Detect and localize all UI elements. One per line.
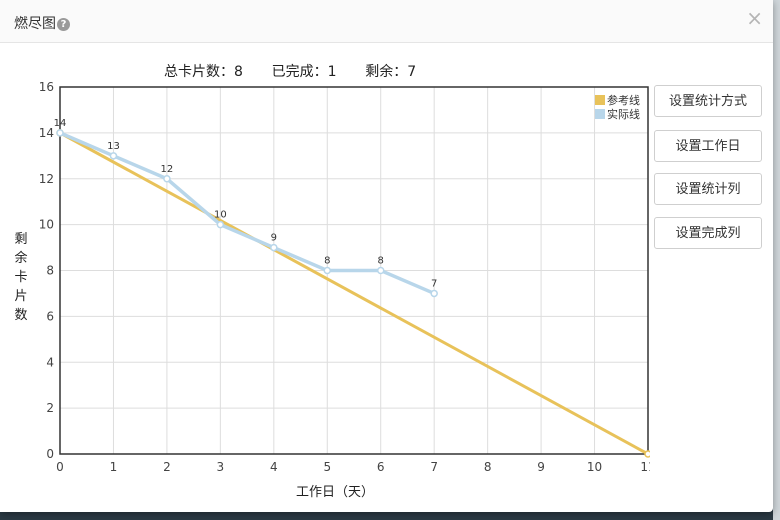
legend-swatch-actual [595, 109, 605, 119]
close-icon[interactable]: × [746, 8, 763, 28]
x-tick-label: 3 [217, 460, 225, 474]
x-tick-label: 9 [537, 460, 545, 474]
x-tick-label: 5 [323, 460, 331, 474]
y-tick-label: 0 [46, 447, 54, 461]
set-workday-button[interactable]: 设置工作日 [654, 130, 762, 162]
y-tick-label: 4 [46, 355, 54, 369]
x-tick-label: 2 [163, 460, 171, 474]
data-label: 9 [271, 233, 277, 244]
reference-line [59, 131, 649, 456]
data-label: 8 [324, 256, 330, 267]
actual-point [323, 266, 332, 275]
actual-point [376, 266, 385, 275]
legend-swatch-reference [595, 95, 605, 105]
actual-point [216, 220, 225, 229]
actual-point [270, 243, 278, 252]
y-tick-label: 6 [46, 309, 54, 323]
actual-point [56, 129, 64, 137]
actual-point [163, 175, 171, 183]
burndown-dialog: 燃尽图? × 总卡片数：8 已完成：1 剩余：7 剩余卡片数 工作日（天） 01… [0, 0, 773, 512]
y-tick-label: 16 [39, 80, 54, 94]
set-stat-mode-button[interactable]: 设置统计方式 [654, 85, 762, 117]
x-tick-label: 7 [430, 460, 438, 474]
set-done-column-button[interactable]: 设置完成列 [654, 217, 762, 249]
actual-point [430, 289, 438, 298]
y-tick-label: 10 [39, 218, 54, 232]
x-tick-label: 1 [110, 460, 118, 474]
data-label: 7 [431, 278, 437, 289]
x-tick-label: 10 [587, 460, 602, 474]
data-label: 12 [161, 164, 174, 175]
legend-label-reference: 参考线 [607, 93, 640, 107]
data-label: 8 [378, 256, 384, 267]
data-label: 14 [54, 118, 67, 129]
background-window-strip [773, 0, 780, 520]
x-tick-label: 4 [270, 460, 278, 474]
data-label: 10 [214, 210, 227, 221]
x-tick-label: 0 [56, 460, 64, 474]
set-stat-column-button[interactable]: 设置统计列 [654, 173, 762, 205]
y-tick-label: 2 [46, 401, 54, 415]
actual-point [109, 152, 118, 160]
x-tick-label: 8 [484, 460, 492, 474]
y-tick-label: 14 [39, 126, 54, 140]
y-tick-label: 8 [46, 264, 54, 278]
x-tick-label: 11 [640, 460, 650, 474]
legend-label-actual: 实际线 [607, 107, 640, 121]
x-tick-label: 6 [377, 460, 385, 474]
y-tick-label: 12 [39, 172, 54, 186]
data-label: 13 [107, 141, 120, 152]
burndown-chart: 012345678910110246810121416141312109887参… [39, 80, 650, 474]
reference-point [644, 450, 650, 458]
